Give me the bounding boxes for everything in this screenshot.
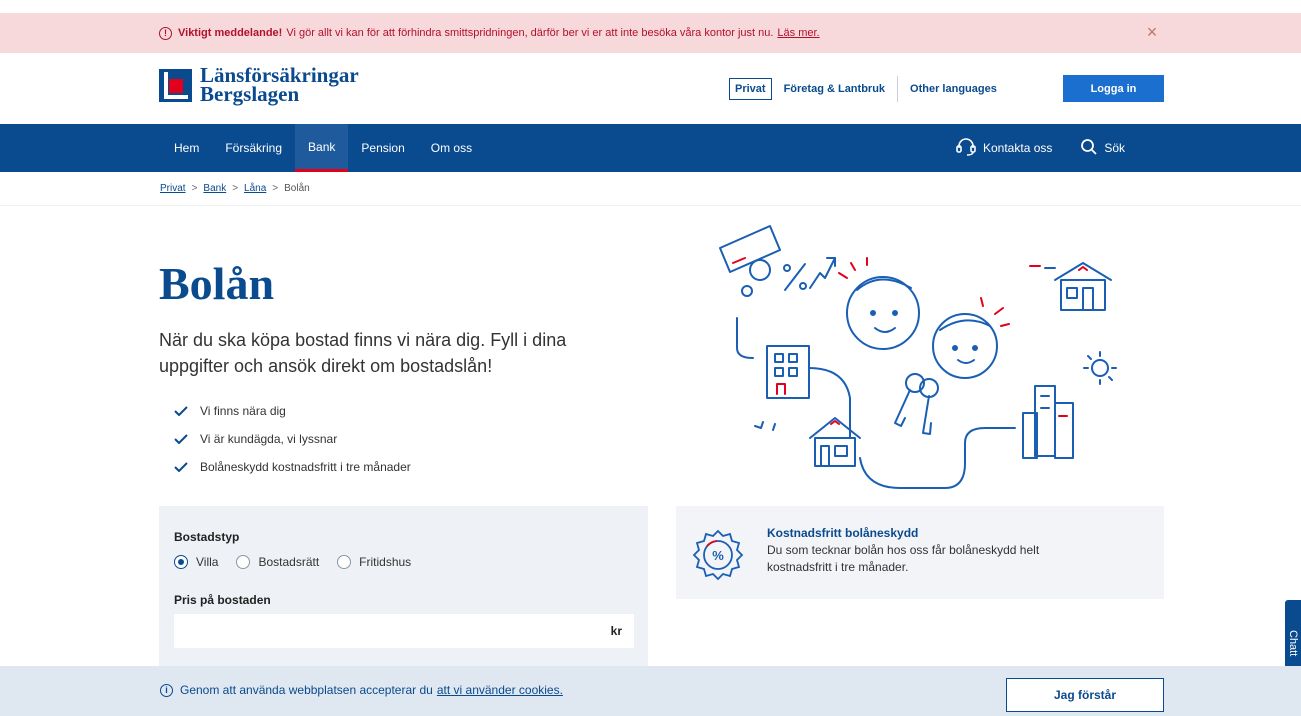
nav-right: Kontakta oss Sök bbox=[955, 124, 1125, 172]
alert-banner: ! Viktigt meddelande! Vi gör allt vi kan… bbox=[0, 13, 1301, 53]
breadcrumb: Privat > Bank > Låna > Bolån bbox=[160, 183, 310, 194]
alert-content: ! Viktigt meddelande! Vi gör allt vi kan… bbox=[159, 13, 820, 53]
cookie-accept-button[interactable]: Jag förstår bbox=[1006, 678, 1164, 712]
info-card: % Kostnadsfritt bolåneskydd Du som teckn… bbox=[676, 506, 1164, 599]
top-link-privat[interactable]: Privat bbox=[729, 78, 772, 100]
benefit-text: Bolåneskydd kostnadsfritt i tre månader bbox=[200, 460, 411, 474]
breadcrumb-separator: > bbox=[232, 183, 239, 194]
radio-label: Fritidshus bbox=[359, 555, 412, 569]
info-icon: ! bbox=[159, 26, 172, 40]
checkmark-icon bbox=[174, 462, 188, 472]
nav-item-pension[interactable]: Pension bbox=[348, 124, 417, 172]
page-title: Bolån bbox=[159, 258, 275, 309]
breadcrumb-current: Bolån bbox=[284, 183, 310, 194]
percent-badge-icon: % bbox=[692, 529, 744, 581]
price-unit: kr bbox=[610, 624, 622, 638]
checkmark-icon bbox=[174, 434, 188, 444]
logo-line-2: Bergslagen bbox=[200, 82, 300, 106]
main-nav: Hem Försäkring Bank Pension Om oss Konta… bbox=[0, 124, 1301, 172]
radio-circle[interactable] bbox=[236, 555, 251, 569]
radio-bostadsratt[interactable]: Bostadsrätt bbox=[236, 555, 319, 569]
close-icon[interactable]: × bbox=[1143, 23, 1161, 41]
hero-lead: När du ska köpa bostad finns vi nära dig… bbox=[159, 330, 567, 376]
divider bbox=[0, 205, 1301, 206]
cookie-message: i Genom att använda webbplatsen accepter… bbox=[160, 683, 563, 697]
top-links: Privat Företag & Lantbruk Other language… bbox=[729, 76, 997, 102]
price-field[interactable]: kr bbox=[174, 614, 634, 648]
benefit-text: Vi är kundägda, vi lyssnar bbox=[200, 432, 338, 446]
radio-fritidshus[interactable]: Fritidshus bbox=[337, 555, 411, 569]
mortgage-form: Bostadstyp Villa Bostadsrätt Fritidshus … bbox=[159, 506, 648, 676]
cookie-link[interactable]: att vi använder cookies. bbox=[437, 683, 563, 697]
breadcrumb-separator: > bbox=[191, 183, 198, 194]
chat-label: Chatt bbox=[1287, 630, 1299, 657]
nav-item-bank[interactable]: Bank bbox=[295, 124, 349, 172]
hero-illustration bbox=[719, 225, 1117, 489]
alert-text: Vi gör allt vi kan för att förhindra smi… bbox=[286, 27, 774, 39]
radio-label: Villa bbox=[196, 555, 219, 569]
search-label: Sök bbox=[1104, 141, 1126, 155]
benefit-list: Vi finns nära dig Vi är kundägda, vi lys… bbox=[174, 397, 411, 481]
info-icon: i bbox=[160, 683, 173, 697]
breadcrumb-lana[interactable]: Låna bbox=[244, 183, 266, 194]
checkmark-icon bbox=[174, 406, 188, 416]
logo-text: Länsförsäkringar Bergslagen bbox=[200, 65, 359, 106]
search-link[interactable]: Sök bbox=[1080, 138, 1125, 159]
breadcrumb-bank[interactable]: Bank bbox=[203, 183, 226, 194]
list-item: Vi är kundägda, vi lyssnar bbox=[174, 425, 411, 453]
headset-icon bbox=[955, 137, 977, 159]
breadcrumb-separator: > bbox=[272, 183, 279, 194]
divider bbox=[897, 76, 899, 102]
list-item: Vi finns nära dig bbox=[174, 397, 411, 425]
login-button[interactable]: Logga in bbox=[1063, 75, 1164, 102]
nav-item-om-oss[interactable]: Om oss bbox=[418, 124, 485, 172]
top-link-other-languages[interactable]: Other languages bbox=[910, 83, 997, 95]
nav-items: Hem Försäkring Bank Pension Om oss bbox=[161, 124, 485, 172]
logo[interactable]: Länsförsäkringar Bergslagen bbox=[159, 65, 359, 106]
list-item: Bolåneskydd kostnadsfritt i tre månader bbox=[174, 453, 411, 481]
svg-text:%: % bbox=[712, 548, 724, 563]
radio-label: Bostadsrätt bbox=[258, 555, 320, 569]
benefit-text: Vi finns nära dig bbox=[200, 404, 286, 418]
info-text: Du som tecknar bolån hos oss får bolånes… bbox=[767, 543, 1040, 574]
logo-mark-icon bbox=[159, 68, 192, 102]
cookie-text: Genom att använda webbplatsen accepterar… bbox=[180, 683, 433, 697]
contact-link[interactable]: Kontakta oss bbox=[955, 137, 1053, 159]
price-input[interactable] bbox=[174, 614, 594, 648]
breadcrumb-privat[interactable]: Privat bbox=[160, 183, 186, 194]
form-label-price: Pris på bostaden bbox=[174, 593, 271, 607]
radio-villa[interactable]: Villa bbox=[174, 555, 218, 569]
nav-item-hem[interactable]: Hem bbox=[161, 124, 212, 172]
alert-read-more-link[interactable]: Läs mer. bbox=[777, 27, 819, 39]
form-label-bostadstyp: Bostadstyp bbox=[174, 530, 240, 544]
top-link-foretag[interactable]: Företag & Lantbruk bbox=[784, 83, 885, 95]
housing-type-radio-group: Villa Bostadsrätt Fritidshus bbox=[174, 555, 429, 569]
alert-title: Viktigt meddelande! bbox=[178, 27, 283, 39]
radio-circle[interactable] bbox=[174, 555, 188, 569]
radio-circle[interactable] bbox=[337, 555, 352, 569]
search-icon bbox=[1080, 138, 1098, 159]
nav-item-forsakring[interactable]: Försäkring bbox=[212, 124, 295, 172]
contact-label: Kontakta oss bbox=[983, 141, 1053, 155]
info-title: Kostnadsfritt bolåneskydd bbox=[767, 526, 919, 540]
